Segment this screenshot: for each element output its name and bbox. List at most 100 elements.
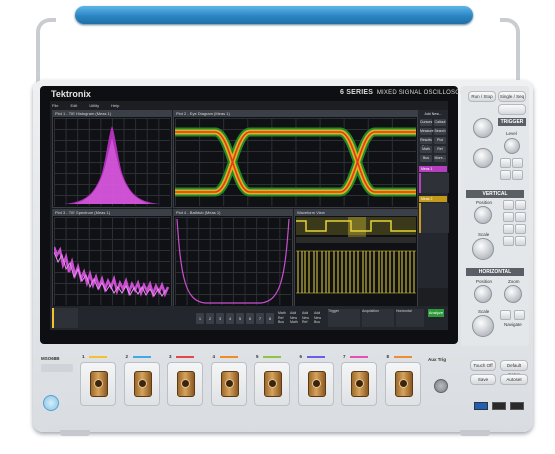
zoom-knob[interactable]	[504, 285, 522, 303]
callout-button[interactable]: Callout	[434, 119, 446, 126]
tekvpi-probe-icon	[264, 371, 282, 397]
plot3-window[interactable]: Plot 3 - TIE Spectrum (Meas 1)	[52, 209, 172, 307]
bus-button[interactable]: Bus	[420, 155, 432, 162]
channel-3-connector[interactable]	[167, 362, 203, 406]
multipurpose-knob-a[interactable]	[473, 118, 493, 138]
single-seq-button[interactable]: Single / Seq	[498, 91, 526, 102]
vertical-button-3[interactable]	[503, 212, 514, 222]
channel-button-7[interactable]: 7	[256, 313, 264, 324]
vertical-button-8[interactable]	[515, 236, 526, 246]
trigger-button-1[interactable]	[500, 158, 511, 168]
ref-button[interactable]: Ref	[434, 146, 446, 153]
horizontal-scale-knob[interactable]	[472, 315, 494, 337]
channel-button-8[interactable]: 8	[266, 313, 274, 324]
math-ref-bus-label[interactable]: Math Ref Bus	[278, 311, 288, 325]
save-button[interactable]: Save	[470, 374, 496, 385]
plot1-window[interactable]: Plot 1 - TIE Histogram (Meas 1)	[52, 110, 172, 208]
vertical-button-1[interactable]	[503, 200, 514, 210]
navigate-left-button[interactable]	[500, 310, 511, 320]
menu-utility[interactable]: Utility	[89, 103, 99, 109]
meas1-badge[interactable]: Meas 1	[419, 166, 447, 172]
more-button[interactable]: More...	[434, 155, 446, 162]
channel-button-1[interactable]: 1	[196, 313, 204, 324]
channel-button-6[interactable]: 6	[246, 313, 254, 324]
vertical-position-knob[interactable]	[474, 206, 492, 224]
trigger-level-label: Level	[506, 131, 517, 136]
horizontal-position-knob[interactable]	[474, 285, 492, 303]
channel-button-2[interactable]: 2	[206, 313, 214, 324]
bathtub-graph	[176, 218, 290, 304]
channel-4-connector[interactable]	[210, 362, 247, 406]
vertical-button-7[interactable]	[503, 236, 514, 246]
add-new-ref-button[interactable]: Add New Ref	[302, 311, 312, 325]
channel-7-connector[interactable]	[341, 362, 377, 406]
channel-8-connector[interactable]	[384, 362, 421, 406]
add-new-label: Add New...	[424, 112, 442, 116]
aux-trig-connector	[434, 379, 448, 393]
cursors-button[interactable]: Cursors	[420, 119, 432, 126]
channel-4-color-bar	[219, 356, 238, 358]
trigger-badge[interactable]: Trigger	[328, 309, 360, 327]
channel-3-label: 3	[169, 354, 172, 359]
meas2-badge[interactable]: Meas 2	[419, 196, 447, 202]
trigger-button-3[interactable]	[500, 170, 511, 180]
plot2-window[interactable]: Plot 2 - Eye Diagram (Meas 1)	[173, 110, 418, 208]
measure-button[interactable]: Measure	[420, 128, 434, 135]
acquisition-badge[interactable]: Acquisition	[362, 309, 394, 327]
left-foot	[60, 430, 90, 436]
panel-button-right[interactable]	[498, 104, 526, 115]
plot4-window[interactable]: Plot 4 - Bathtub (Meas 1)	[173, 209, 293, 307]
tekvpi-probe-icon	[133, 371, 152, 397]
touch-off-button[interactable]: Touch Off	[470, 360, 496, 371]
vertical-button-4[interactable]	[515, 212, 526, 222]
run-stop-button[interactable]: Run / Stop	[468, 91, 496, 102]
channel-5-color-bar	[263, 356, 281, 358]
trigger-level-knob[interactable]	[504, 138, 520, 154]
math-button[interactable]: Math	[420, 146, 432, 153]
default-setup-button[interactable]: Default Setup	[500, 360, 528, 377]
channel-6-connector[interactable]	[297, 362, 334, 406]
channel-button-4[interactable]: 4	[226, 313, 234, 324]
power-button[interactable]	[43, 395, 59, 411]
usb-port-1	[474, 402, 488, 410]
channel-2-connector[interactable]	[123, 362, 160, 406]
plot3-title: Plot 3 - TIE Spectrum (Meas 1)	[53, 210, 171, 216]
multipurpose-knob-b[interactable]	[473, 148, 493, 168]
eye-diagram-graph	[175, 127, 416, 197]
add-new-math-button[interactable]: Add New Math	[290, 311, 300, 325]
channel-button-3[interactable]: 3	[216, 313, 224, 324]
vertical-scale-knob[interactable]	[472, 238, 494, 260]
channel-6-color-bar	[306, 356, 325, 358]
channel1-badge[interactable]	[52, 308, 78, 328]
plot2-title: Plot 2 - Eye Diagram (Meas 1)	[174, 111, 417, 117]
vertical-button-6[interactable]	[515, 224, 526, 234]
carry-handle[interactable]	[75, 6, 473, 24]
channel-8-color-bar	[393, 356, 412, 358]
autoset-button[interactable]: Autoset	[500, 374, 528, 385]
tekvpi-probe-icon	[307, 371, 326, 397]
channel-button-5[interactable]: 5	[236, 313, 244, 324]
channel-2-color-bar	[132, 356, 151, 358]
vertical-button-5[interactable]	[503, 224, 514, 234]
channel-5-connector[interactable]	[254, 362, 290, 406]
waveform-window[interactable]: Waveform View	[294, 209, 418, 307]
menu-file[interactable]: File	[52, 103, 58, 109]
add-new-bus-button[interactable]: Add New Bus	[314, 311, 324, 325]
trigger-button-2[interactable]	[512, 158, 523, 168]
horizontal-badge[interactable]: Horizontal	[396, 309, 424, 327]
vertical-button-2[interactable]	[515, 200, 526, 210]
results-table-button[interactable]: Results Table	[420, 137, 432, 149]
trigger-button-4[interactable]	[512, 170, 523, 180]
analyze-button[interactable]: Analyze	[428, 309, 444, 317]
channel-7-color-bar	[350, 356, 368, 358]
navigate-right-button[interactable]	[514, 310, 525, 320]
channel-2-label: 2	[125, 354, 129, 359]
search-button[interactable]: Search	[434, 128, 446, 135]
plot-button[interactable]: Plot	[434, 137, 446, 144]
channel-7-label: 7	[343, 354, 346, 359]
plot1-title: Plot 1 - TIE Histogram (Meas 1)	[53, 111, 171, 117]
menu-edit[interactable]: Edit	[70, 103, 77, 109]
tekvpi-probe-icon	[90, 371, 108, 397]
channel-1-connector[interactable]	[80, 362, 116, 406]
menu-help[interactable]: Help	[111, 103, 119, 109]
